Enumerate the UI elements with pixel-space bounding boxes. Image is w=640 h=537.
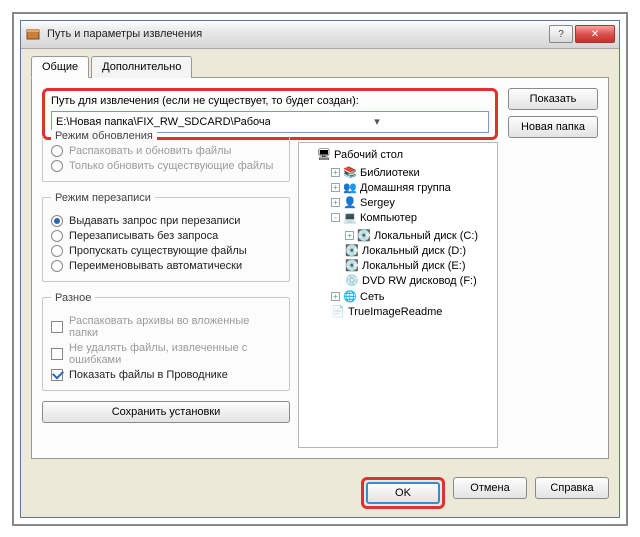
app-icon <box>25 26 41 42</box>
opt-extract-update: Распаковать и обновить файлы <box>51 145 281 157</box>
tree-drive-c[interactable]: +💽Локальный диск (C:) <box>345 229 493 243</box>
new-folder-button[interactable]: Новая папка <box>508 116 598 138</box>
opt-subfolders: Распаковать архивы во вложенные папки <box>51 315 281 339</box>
opt-silent[interactable]: Перезаписывать без запроса <box>51 230 281 242</box>
tab-general[interactable]: Общие <box>31 56 89 78</box>
user-icon: 👤 <box>343 196 357 210</box>
close-button[interactable]: ✕ <box>575 25 615 43</box>
libraries-icon: 📚 <box>343 166 357 180</box>
expand-icon[interactable]: + <box>331 198 340 207</box>
drive-icon: 💽 <box>345 244 359 258</box>
expand-icon[interactable]: + <box>331 292 340 301</box>
tree-drive-d[interactable]: 💽Локальный диск (D:) <box>345 244 493 258</box>
opt-keep-broken: Не удалять файлы, извлеченные с ошибками <box>51 342 281 366</box>
tree-item-file[interactable]: 📄TrueImageReadme <box>331 305 493 319</box>
network-icon: 🌐 <box>343 290 357 304</box>
collapse-icon[interactable]: - <box>331 213 340 222</box>
tree-homegroup[interactable]: +👥Домашняя группа <box>331 181 493 195</box>
drive-icon: 💽 <box>345 259 359 273</box>
path-value: E:\Новая папка\FIX_RW_SDCARD\Рабочая пап… <box>56 116 270 128</box>
drive-icon: 💽 <box>357 229 371 243</box>
tree-desktop[interactable]: 🖥Рабочий стол +📚Библиотеки +👥Домашняя гр… <box>317 148 493 320</box>
ok-highlight: OK <box>361 477 445 509</box>
titlebar: Путь и параметры извлечения ? ✕ <box>21 21 619 49</box>
tree-computer[interactable]: -💻Компьютер +💽Локальный диск (C:) 💽Локал… <box>331 211 493 289</box>
tree-drive-f[interactable]: 💿DVD RW дисковод (F:) <box>345 274 493 288</box>
folder-tree[interactable]: 🖥Рабочий стол +📚Библиотеки +👥Домашняя гр… <box>298 142 498 448</box>
display-button[interactable]: Показать <box>508 88 598 110</box>
window-title: Путь и параметры извлечения <box>47 28 549 40</box>
cancel-button[interactable]: Отмена <box>453 477 527 499</box>
dvd-icon: 💿 <box>345 274 359 288</box>
opt-ask[interactable]: Выдавать запрос при перезаписи <box>51 215 281 227</box>
expand-icon[interactable]: + <box>331 168 340 177</box>
tree-libraries[interactable]: +📚Библиотеки <box>331 166 493 180</box>
desktop-icon: 🖥 <box>317 148 331 162</box>
help-button[interactable]: ? <box>549 25 573 43</box>
homegroup-icon: 👥 <box>343 181 357 195</box>
expand-icon[interactable]: + <box>345 231 354 240</box>
ok-button[interactable]: OK <box>366 482 440 504</box>
tree-user[interactable]: +👤Sergey <box>331 196 493 210</box>
tab-advanced[interactable]: Дополнительно <box>91 56 192 78</box>
help-footer-button[interactable]: Справка <box>535 477 609 499</box>
file-icon: 📄 <box>331 305 345 319</box>
tree-drive-e[interactable]: 💽Локальный диск (E:) <box>345 259 493 273</box>
computer-icon: 💻 <box>343 211 357 225</box>
save-settings-button[interactable]: Сохранить установки <box>42 401 290 423</box>
tree-network[interactable]: +🌐Сеть <box>331 290 493 304</box>
opt-only-update: Только обновить существующие файлы <box>51 160 281 172</box>
opt-show-explorer[interactable]: Показать файлы в Проводнике <box>51 369 281 381</box>
overwrite-mode-group: Режим перезаписи Выдавать запрос при пер… <box>42 192 290 282</box>
opt-skip[interactable]: Пропускать существующие файлы <box>51 245 281 257</box>
misc-group: Разное Распаковать архивы во вложенные п… <box>42 292 290 391</box>
expand-icon[interactable]: + <box>331 183 340 192</box>
update-mode-group: Режим обновления Распаковать и обновить … <box>42 130 290 182</box>
path-label: Путь для извлечения (если не существует,… <box>51 95 489 107</box>
opt-rename[interactable]: Переименовывать автоматически <box>51 260 281 272</box>
dropdown-icon: ▾ <box>270 115 484 128</box>
